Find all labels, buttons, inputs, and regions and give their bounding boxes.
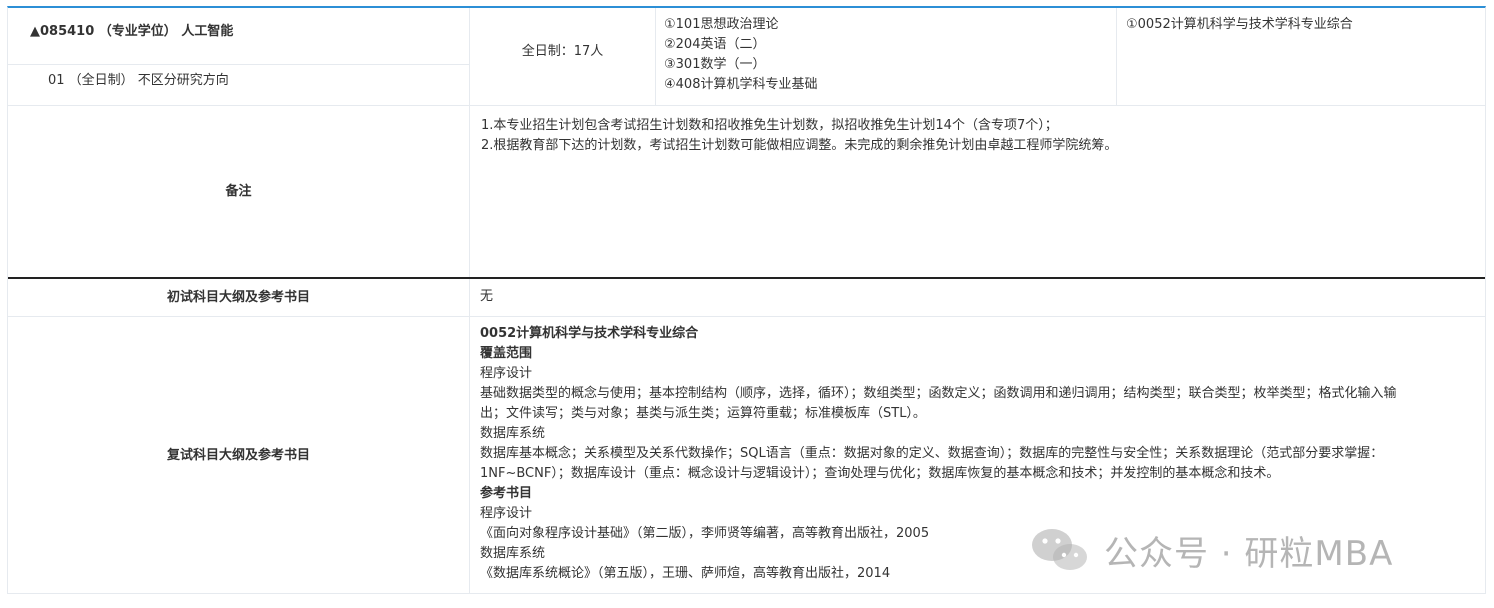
prelim-row: 初试科目大纲及参考书目 无: [8, 279, 1485, 316]
retest-label: 复试科目大纲及参考书目: [166, 447, 310, 463]
prog-line-2: 出；文件读写；类与对象；基类与派生类；运算符重载；标准模板库（STL）。: [480, 406, 926, 421]
watermark: 公众号 · 研粒MBA: [1030, 522, 1393, 578]
major-title: ▲085410 （专业学位） 人工智能: [30, 24, 234, 39]
db-line-2: 1NF~BCNF）；数据库设计（重点：概念设计与逻辑设计）；查询处理与优化；数据…: [480, 466, 1280, 481]
exam-subject-1: ①101思想政治理论: [664, 17, 779, 32]
exam-subjects-cell: ①101思想政治理论 ②204英语（二） ③301数学（一） ④408计算机学科…: [656, 8, 1117, 105]
remarks-content-cell: 1.本专业招生计划包含考试招生计划数和招收推免生计划数，拟招收推免生计划14个（…: [470, 106, 1485, 277]
db-heading: 数据库系统: [480, 426, 546, 441]
prelim-value: 无: [480, 289, 494, 304]
db-line-1: 数据库基本概念；关系模型及关系代数操作；SQL语言（重点：数据对象的定义、数据查…: [480, 446, 1384, 461]
remarks-label-cell: 备注: [8, 106, 470, 277]
remarks-row: 备注 1.本专业招生计划包含考试招生计划数和招收推免生计划数，拟招收推免生计划1…: [8, 106, 1485, 277]
prelim-label-cell: 初试科目大纲及参考书目: [8, 279, 470, 316]
prelim-label: 初试科目大纲及参考书目: [166, 289, 310, 305]
remark-line-1: 1.本专业招生计划包含考试招生计划数和招收推免生计划数，拟招收推免生计划14个（…: [481, 118, 1058, 133]
retest-subject-title: 0052计算机科学与技术学科专业综合: [480, 326, 699, 341]
prog-heading: 程序设计: [480, 366, 533, 381]
remarks-label: 备注: [225, 183, 252, 199]
exam-subject-3: ③301数学（一）: [664, 57, 766, 72]
quota-cell: 全日制：17人: [470, 8, 656, 105]
coverage-heading: 覆盖范围: [480, 346, 533, 361]
retest-subject-cell: ①0052计算机科学与技术学科专业综合: [1117, 8, 1485, 105]
major-row: ▲085410 （专业学位） 人工智能 01 （全日制） 不区分研究方向 全日制…: [8, 8, 1485, 105]
prog-line-1: 基础数据类型的概念与使用；基本控制结构（顺序，选择，循环）；数组类型；函数定义；…: [480, 386, 1397, 401]
watermark-text: 公众号 · 研粒MBA: [1104, 533, 1394, 574]
exam-subject-4: ④408计算机学科专业基础: [664, 77, 818, 92]
major-name-cell: ▲085410 （专业学位） 人工智能 01 （全日制） 不区分研究方向: [8, 8, 470, 105]
quota-text: 全日制：17人: [521, 43, 604, 59]
wechat-icon: [1030, 525, 1090, 575]
enrollment-table: ▲085410 （专业学位） 人工智能 01 （全日制） 不区分研究方向 全日制…: [7, 6, 1486, 594]
remark-line-2: 2.根据教育部下达的计划数，考试招生计划数可能做相应调整。未完成的剩余推免计划由…: [481, 138, 1118, 153]
retest-subject: ①0052计算机科学与技术学科专业综合: [1126, 17, 1353, 32]
research-direction: 01 （全日制） 不区分研究方向: [48, 73, 229, 88]
exam-subject-2: ②204英语（二）: [664, 37, 766, 52]
retest-label-cell: 复试科目大纲及参考书目: [8, 317, 470, 594]
prelim-value-cell: 无: [470, 279, 1485, 316]
ref-heading: 参考书目: [480, 486, 533, 501]
ref-prog-heading: 程序设计: [480, 506, 533, 521]
